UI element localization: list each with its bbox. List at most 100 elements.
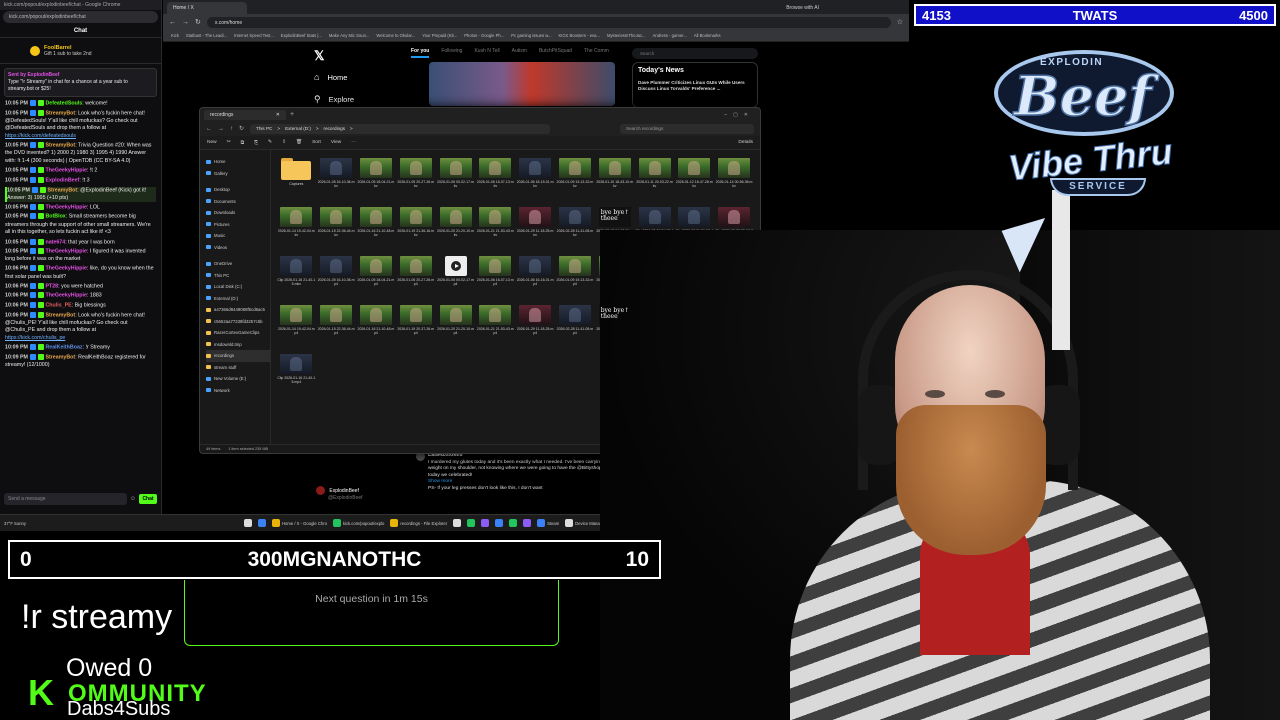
message-user[interactable]: PT28 — [45, 283, 58, 289]
nav-item[interactable]: Home — [206, 156, 270, 168]
message-user[interactable]: nate674 — [45, 239, 65, 245]
browser-url-input[interactable]: x.com/home — [206, 16, 891, 28]
chat-input[interactable]: Send a message — [4, 493, 127, 505]
bookmark-item[interactable]: Internet Speed Test... — [234, 33, 274, 38]
nav-item[interactable]: recordings — [206, 350, 271, 362]
nav-item[interactable]: c5652aa77238fd3257c5b — [206, 316, 270, 328]
bookmark-item[interactable]: Kick — [171, 33, 179, 38]
message-user[interactable]: StreamyBot — [45, 354, 75, 360]
x-feed-tab[interactable]: ButchPitSquad — [539, 48, 572, 58]
video-file[interactable]: 2026-01-09 19-13-32.mkv — [555, 158, 595, 207]
message-user[interactable]: StreamyBot — [45, 110, 75, 116]
bookmark-item[interactable]: MysteriesInTheJac... — [607, 33, 646, 38]
message-user[interactable]: DefeatedSouls — [45, 100, 82, 106]
bookmark-item[interactable]: Pc gaming issues w... — [511, 33, 551, 38]
chat-url-bar[interactable]: kick.com/popout/explodinbeef/chat — [3, 11, 158, 23]
message-link[interactable]: https://kick.com/defeatedsouls — [5, 133, 76, 139]
details-button[interactable]: Details — [738, 140, 753, 145]
message-user[interactable]: TheGeekyHippie — [45, 168, 87, 174]
message-user[interactable]: RealKeithBoaz — [45, 345, 82, 351]
video-file[interactable]: 2026-01-15 22-36-44.mkv — [316, 207, 356, 256]
star-icon[interactable]: ☆ — [897, 18, 903, 26]
nav-item[interactable]: New Volume (E:) — [206, 373, 270, 385]
message-user[interactable]: StreamyBot — [45, 143, 75, 149]
video-file[interactable]: 2026-01-09 19-13-32.mp4 — [555, 256, 595, 305]
chat-send-button[interactable]: Chat — [139, 494, 157, 504]
refresh-icon[interactable]: ↻ — [239, 125, 244, 132]
x-feed-tab[interactable]: Autism — [512, 48, 527, 58]
video-file[interactable]: 2026-01-05 16-10-36.mkv — [316, 158, 356, 207]
message-user[interactable]: TheGeekyHippie — [45, 293, 87, 299]
explorer-command[interactable]: ✎ — [268, 140, 272, 145]
video-file[interactable]: 2026-01-06 00-02-17.mp4 — [436, 256, 476, 305]
message-user[interactable]: Chulis_PE — [45, 302, 71, 308]
breadcrumb-segment[interactable]: > — [350, 126, 353, 132]
taskbar-app[interactable]: Home / X - Google Chro — [272, 519, 327, 527]
nav-item[interactable]: Pictures — [206, 219, 270, 231]
message-user[interactable]: BotBlox — [45, 214, 65, 220]
bookmark-item[interactable]: Andress - gamer... — [653, 33, 687, 38]
nav-item[interactable]: msdownld.tmp — [206, 339, 270, 351]
x-feed-tab[interactable]: Kush N Tell — [474, 48, 499, 58]
x-post-media[interactable] — [429, 62, 615, 106]
message-user[interactable]: TheGeekyHippie — [45, 204, 87, 210]
taskbar-app[interactable]: recordings - File Explorer — [390, 519, 447, 527]
video-file[interactable]: 2026-01-05 20-27-26.mkv — [396, 158, 436, 207]
video-file[interactable]: 2026-01-06 16-07-13.mp4 — [475, 256, 515, 305]
browser-tab-x-home[interactable]: Home / X — [167, 2, 247, 14]
video-file[interactable]: 2026-01-21 21-53-43.mp4 — [475, 305, 515, 354]
taskbar-app[interactable] — [453, 519, 462, 527]
nav-item[interactable]: a47366d9449088f5cd6ac5 — [206, 304, 270, 316]
explorer-command[interactable]: Sort — [312, 140, 321, 145]
nav-item[interactable]: Videos — [206, 242, 270, 254]
breadcrumb-segment[interactable]: This PC — [256, 126, 272, 132]
video-file[interactable]: 2026-01-10 18-43-10.mkv — [595, 158, 635, 207]
taskbar-app[interactable] — [523, 519, 532, 527]
video-file[interactable]: 2026-02-28 11-41-08.mkv — [555, 207, 595, 256]
reload-icon[interactable]: ↻ — [195, 18, 201, 26]
message-user[interactable]: StreamyBot — [45, 312, 75, 318]
taskbar-app[interactable]: kick.com/popout/explo — [332, 519, 384, 527]
x-nav-0[interactable]: ⌂ Home — [314, 72, 408, 82]
explorer-command[interactable]: ⧉ — [241, 140, 244, 146]
video-file[interactable]: 2026-01-19 21-36-16.mkv — [396, 207, 436, 256]
video-file[interactable]: 2026-01-05 18-04-21.mp4 — [356, 256, 396, 305]
window-controls[interactable]: –▢✕ — [724, 112, 760, 118]
bookmark-item[interactable]: Your Prepaid (Kit... — [422, 33, 457, 38]
video-file[interactable]: 2026-01-12 18-47-28.mkv — [674, 158, 714, 207]
video-file[interactable]: 2026-01-14 19-42-04.mp4 — [276, 305, 316, 354]
x-feed-tab[interactable]: Following — [441, 48, 462, 58]
breadcrumb-segment[interactable]: External (D:) — [285, 126, 311, 132]
nav-item[interactable]: stream stuff — [206, 362, 270, 374]
video-file[interactable]: 2026-01-06 16-07-13.mkv — [475, 158, 515, 207]
breadcrumb-segment[interactable]: > — [316, 126, 319, 132]
x-news-card[interactable]: Today's News Dave Plummer Criticizes Lin… — [632, 62, 758, 108]
video-file[interactable]: Clip 2026-01-16 21-40-15.mp4 — [276, 354, 316, 403]
nav-item[interactable]: Local Disk (C:) — [206, 281, 270, 293]
video-file[interactable]: 2026-01-19 20-37-26.mp4 — [396, 305, 436, 354]
video-file[interactable]: 2026-01-20 21-20-10.mkv — [436, 207, 476, 256]
forward-icon[interactable]: → — [218, 126, 224, 132]
video-file[interactable]: 2026-01-15 22-36-44.mp4 — [316, 305, 356, 354]
breadcrumb[interactable]: This PC > External (D:) > recordings > — [250, 123, 551, 134]
taskbar-app[interactable] — [495, 519, 504, 527]
message-user[interactable]: ExplodinBeef — [45, 177, 79, 183]
video-file[interactable]: 2026-01-06 18-15-01.mkv — [515, 158, 555, 207]
bookmark-item[interactable]: ExplodinBeef Stats |... — [281, 33, 322, 38]
explorer-search-input[interactable]: Search recordings — [620, 123, 754, 134]
search-icon[interactable] — [258, 519, 266, 527]
taskbar-app[interactable] — [481, 519, 490, 527]
taskbar-app[interactable]: Steam — [537, 519, 559, 527]
explorer-command[interactable]: 🗑 — [296, 140, 302, 145]
bookmark-item[interactable]: KICK Boosters - eva... — [559, 33, 600, 38]
video-file[interactable]: 2026-01-05 18-04-21.mkv — [356, 158, 396, 207]
forward-icon[interactable]: → — [182, 19, 189, 26]
taskbar-app[interactable] — [467, 519, 476, 527]
message-link[interactable]: https://kick.com/chulis_pe — [5, 335, 65, 341]
x-nav-1[interactable]: ⚲ Explore — [314, 94, 408, 105]
weather-widget[interactable]: 37°F Sunny — [4, 521, 64, 526]
video-file[interactable]: 2026-01-29 11-18-25.mkv — [515, 207, 555, 256]
video-file[interactable]: 2026-01-29 11-18-25.mp4 — [515, 305, 555, 354]
video-file[interactable]: 2026-02-28 11-41-08.mp4 — [555, 305, 595, 354]
x-logo-icon[interactable]: 𝕏 — [314, 48, 408, 64]
